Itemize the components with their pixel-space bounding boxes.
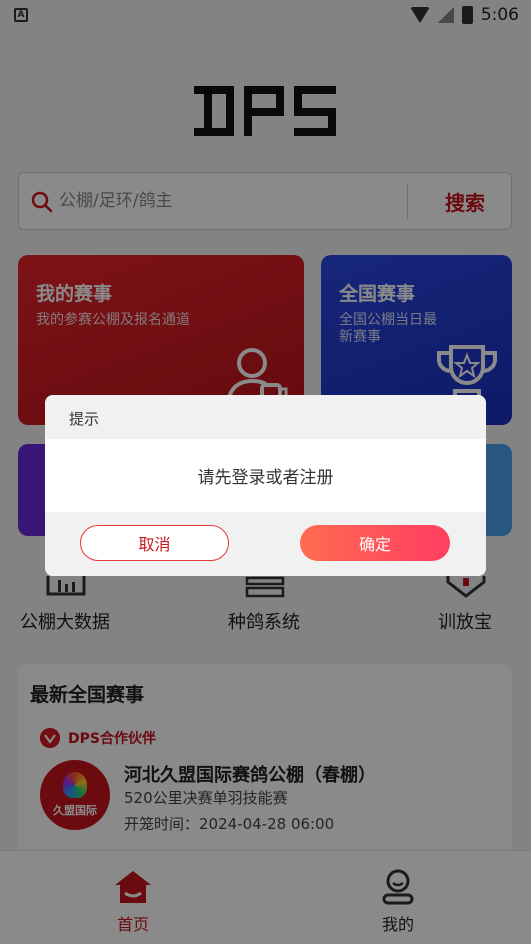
confirm-button[interactable]: 确定 [300, 525, 450, 561]
dialog-footer: 取消 确定 [45, 512, 486, 576]
cancel-button[interactable]: 取消 [80, 525, 229, 561]
dialog-title: 提示 [69, 410, 100, 428]
login-prompt-dialog: 提示 请先登录或者注册 取消 确定 [45, 395, 486, 576]
dialog-header: 提示 [45, 395, 486, 439]
dialog-message: 请先登录或者注册 [197, 468, 334, 488]
